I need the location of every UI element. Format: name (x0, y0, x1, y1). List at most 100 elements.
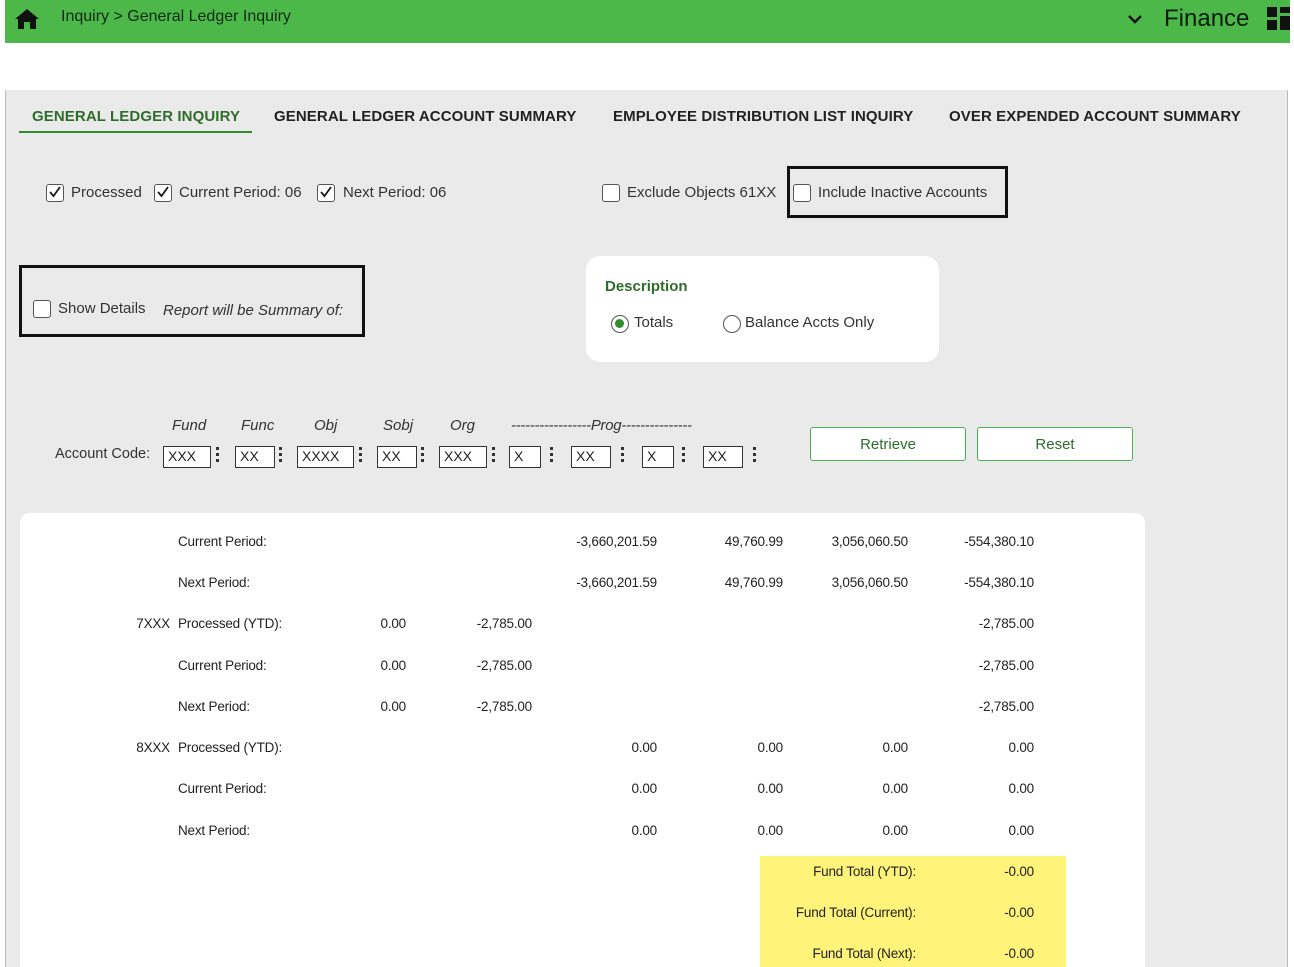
row-value: 0.00 (757, 823, 784, 838)
segment-separator (216, 447, 220, 465)
row-value: 49,760.99 (724, 575, 783, 590)
prog-input-4[interactable]: XX (703, 446, 743, 468)
row-value: 0.00 (882, 823, 909, 838)
segment-separator (753, 447, 757, 465)
segment-separator (550, 447, 554, 465)
segment-separator (421, 447, 425, 465)
row-label: Next Period: (178, 699, 250, 714)
fund-total-value: -0.00 (1004, 864, 1034, 879)
segment-separator (279, 447, 283, 465)
summary-note: Report will be Summary of: (163, 302, 344, 319)
segment-separator (492, 447, 496, 465)
totals-radio[interactable] (611, 315, 629, 333)
row-label: Next Period: (178, 575, 250, 590)
balance-accts-only-radio[interactable] (723, 315, 741, 333)
row-label: Next Period: (178, 823, 250, 838)
check-icon (157, 186, 169, 198)
row-value: -2,785.00 (978, 616, 1034, 631)
row-value: 0.00 (882, 740, 909, 755)
show-details-checkbox[interactable] (33, 300, 51, 318)
check-icon (49, 186, 61, 198)
row-value: -3,660,201.59 (576, 575, 657, 590)
description-title: Description (605, 278, 688, 295)
exclude-objects-label: Exclude Objects 61XX (627, 184, 777, 201)
row-group: 7XXX (136, 616, 170, 631)
totals-label: Totals (634, 314, 674, 331)
exclude-objects-checkbox[interactable] (602, 184, 620, 202)
row-value: 0.00 (1008, 740, 1035, 755)
show-details-label: Show Details (58, 300, 146, 317)
segment-label-org: Org (450, 417, 476, 434)
row-group: 8XXX (136, 740, 170, 755)
row-value: 0.00 (380, 616, 407, 631)
fund-input[interactable]: XXX (163, 446, 211, 468)
retrieve-button[interactable]: Retrieve (810, 427, 966, 461)
processed-checkbox[interactable] (46, 184, 64, 202)
row-value: 0.00 (1008, 823, 1035, 838)
row-value: -2,785.00 (476, 616, 532, 631)
segment-separator (359, 447, 363, 465)
row-value: 0.00 (882, 781, 909, 796)
row-label: Processed (YTD): (178, 616, 283, 631)
include-inactive-checkbox[interactable] (793, 184, 811, 202)
row-value: 0.00 (380, 658, 407, 673)
toolbar-strip (5, 43, 1286, 90)
row-value: 0.00 (631, 823, 658, 838)
account-code-label: Account Code: (55, 446, 151, 462)
row-value: 0.00 (1008, 781, 1035, 796)
segment-separator (682, 447, 686, 465)
prog-input-2[interactable]: XX (571, 446, 611, 468)
row-label: Current Period: (178, 658, 267, 673)
fund-total-value: -0.00 (1004, 946, 1034, 961)
sobj-input[interactable]: XX (377, 446, 417, 468)
current-period-checkbox[interactable] (154, 184, 172, 202)
fund-total-label: Fund Total (Current): (795, 905, 916, 920)
next-period-checkbox[interactable] (317, 184, 335, 202)
home-icon[interactable] (14, 8, 40, 30)
row-value: 0.00 (380, 699, 407, 714)
check-icon (320, 186, 332, 198)
app-name[interactable]: Finance (1164, 5, 1249, 33)
row-value: 3,056,060.50 (831, 575, 909, 590)
func-input[interactable]: XX (235, 446, 275, 468)
row-value: -2,785.00 (978, 699, 1034, 714)
next-period-label: Next Period: 06 (343, 184, 447, 201)
breadcrumb[interactable]: Inquiry > General Ledger Inquiry (61, 8, 291, 26)
segment-label-sobj: Sobj (383, 417, 414, 434)
chevron-down-icon[interactable] (1127, 12, 1143, 26)
row-value: -554,380.10 (964, 575, 1034, 590)
segment-label-fund: Fund (172, 417, 207, 434)
fund-total-label: Fund Total (Next): (812, 946, 917, 961)
row-value: 0.00 (757, 781, 784, 796)
current-period-label: Current Period: 06 (179, 184, 302, 201)
row-label: Current Period: (178, 781, 267, 796)
row-label: Current Period: (178, 534, 267, 549)
row-value: 49,760.99 (724, 534, 783, 549)
segment-separator (621, 447, 625, 465)
tab-over-expended-account-summary[interactable]: OVER EXPENDED ACCOUNT SUMMARY (949, 108, 1241, 125)
prog-input-1[interactable]: X (509, 446, 541, 468)
processed-label: Processed (71, 184, 142, 201)
row-value: 0.00 (631, 740, 658, 755)
tab-employee-distribution-list-inquiry[interactable]: EMPLOYEE DISTRIBUTION LIST INQUIRY (613, 108, 913, 125)
segment-label-prog: -----------------Prog--------------- (511, 417, 692, 434)
reset-button[interactable]: Reset (977, 427, 1133, 461)
row-value: -2,785.00 (978, 658, 1034, 673)
row-value: -3,660,201.59 (576, 534, 657, 549)
tab-general-ledger-inquiry[interactable]: GENERAL LEDGER INQUIRY (32, 108, 240, 125)
row-value: 0.00 (757, 740, 784, 755)
balance-accts-only-label: Balance Accts Only (745, 314, 875, 331)
include-inactive-label: Include Inactive Accounts (818, 184, 988, 201)
fund-total-value: -0.00 (1004, 905, 1034, 920)
org-input[interactable]: XXX (439, 446, 487, 468)
fund-total-label: Fund Total (YTD): (813, 864, 916, 879)
grid-menu-icon[interactable] (1267, 7, 1291, 31)
obj-input[interactable]: XXXX (297, 446, 354, 468)
tab-general-ledger-account-summary[interactable]: GENERAL LEDGER ACCOUNT SUMMARY (274, 108, 576, 125)
row-label: Processed (YTD): (178, 740, 283, 755)
row-value: -554,380.10 (964, 534, 1034, 549)
row-value: 0.00 (631, 781, 658, 796)
description-card (586, 256, 939, 362)
top-bar: Inquiry > General Ledger Inquiry Finance (5, 0, 1290, 43)
prog-input-3[interactable]: X (642, 446, 674, 468)
